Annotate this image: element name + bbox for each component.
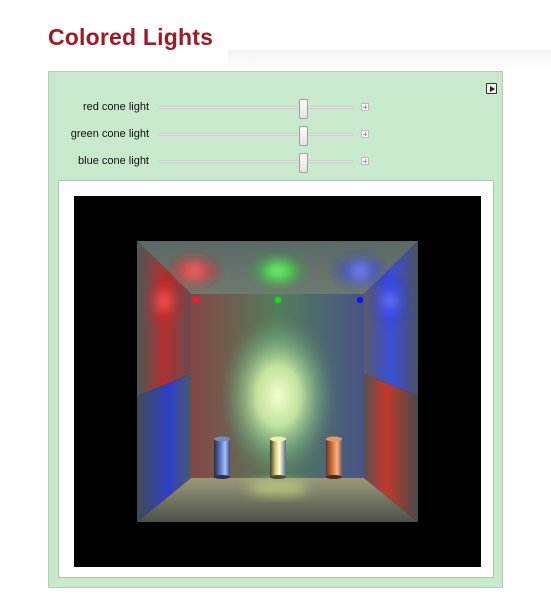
title-underline-shade [228,50,551,72]
orange-cylinder [326,436,342,479]
blue-cone-light-label: blue cone light [78,155,149,167]
blue-wall-glow [378,279,402,323]
red-light-marker [192,296,200,304]
red-ceiling-glow [168,256,220,286]
slider-thumb[interactable] [299,153,308,173]
blue-cone-light-slider[interactable] [159,153,353,173]
green-light-marker [274,296,282,304]
blue-expand-icon[interactable] [361,157,369,165]
blue-light-marker [356,296,364,304]
red-cone-light-slider[interactable] [159,99,353,119]
green-ceiling-glow [252,257,304,285]
red-cone-light-label: red cone light [82,101,149,113]
red-expand-icon[interactable] [361,103,369,111]
slider-thumb[interactable] [299,126,308,146]
blue-cylinder [214,436,230,479]
play-icon[interactable] [486,83,497,94]
scene-graphic[interactable] [74,196,481,567]
green-expand-icon[interactable] [361,130,369,138]
green-cone-light-slider[interactable] [159,126,353,146]
page-title: Colored Lights [48,24,214,50]
manipulate-panel: red cone light green cone light blue con… [48,71,503,588]
yellow-cylinder [270,436,286,479]
control-row-red: red cone light [49,99,504,119]
slider-thumb[interactable] [299,99,308,119]
blue-ceiling-glow [334,256,386,286]
red-wall-glow [152,279,176,323]
green-cone-light-label: green cone light [70,128,149,140]
control-row-blue: blue cone light [49,153,504,173]
floor-highlight [248,481,308,495]
control-row-green: green cone light [49,126,504,146]
output-frame [58,180,494,578]
